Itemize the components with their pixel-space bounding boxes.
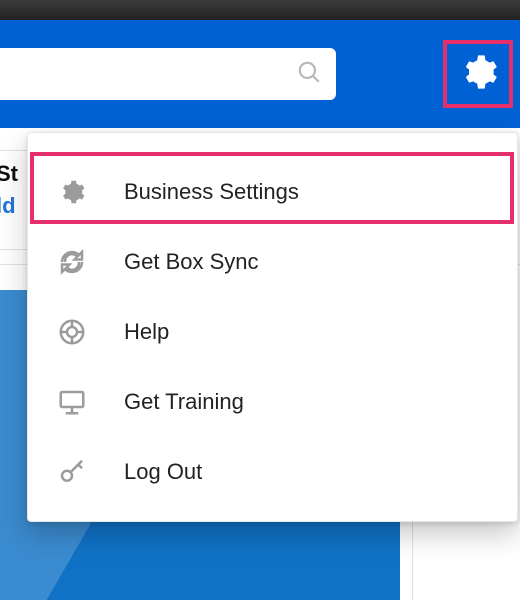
menu-item-label: Business Settings [124, 179, 299, 205]
settings-dropdown-menu: Business Settings Get Box Sync Help Get … [27, 132, 518, 522]
search-input[interactable] [0, 48, 336, 100]
training-icon [56, 386, 88, 418]
menu-item-label: Help [124, 319, 169, 345]
gear-icon [56, 176, 88, 208]
menu-item-label: Get Box Sync [124, 249, 259, 275]
search-icon [296, 59, 322, 90]
menu-item-help[interactable]: Help [28, 297, 517, 367]
browser-chrome [0, 0, 520, 20]
menu-item-get-training[interactable]: Get Training [28, 367, 517, 437]
key-icon [56, 456, 88, 488]
settings-gear-button[interactable] [443, 40, 513, 108]
sync-icon [56, 246, 88, 278]
menu-item-log-out[interactable]: Log Out [28, 437, 517, 507]
gear-icon [458, 52, 498, 97]
menu-item-business-settings[interactable]: Business Settings [28, 157, 517, 227]
menu-item-label: Get Training [124, 389, 244, 415]
lifebuoy-icon [56, 316, 88, 348]
menu-item-get-box-sync[interactable]: Get Box Sync [28, 227, 517, 297]
menu-item-label: Log Out [124, 459, 202, 485]
